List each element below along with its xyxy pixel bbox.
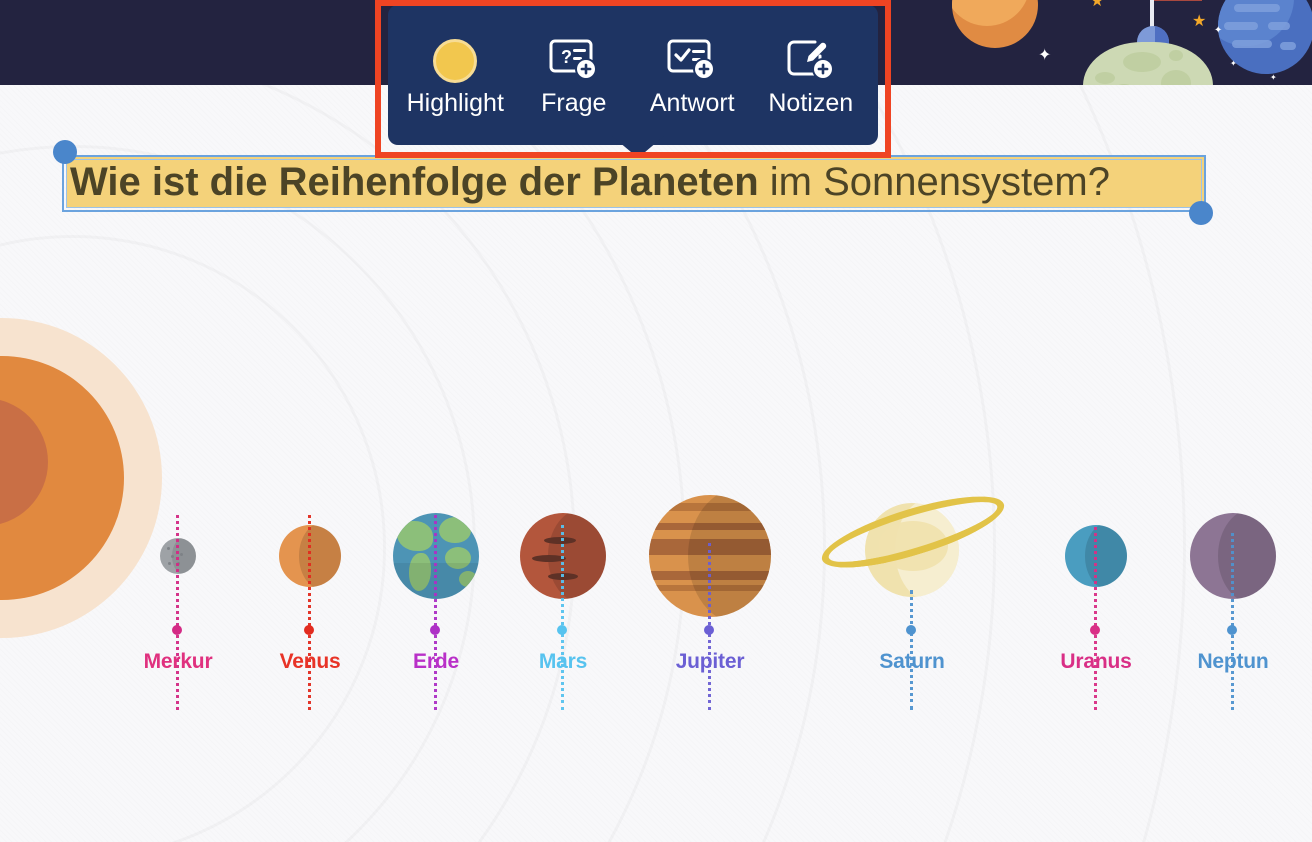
toolbar-button-antwort[interactable]: Antwort xyxy=(633,35,751,116)
planet-label-venus: Venus xyxy=(279,650,341,673)
star-icon: ★ xyxy=(1192,13,1207,30)
question-card-add-icon: ? xyxy=(548,35,600,87)
star-icon: ✦ xyxy=(1230,59,1237,68)
planet-saturn-graphic xyxy=(815,465,1011,597)
planet-label-uranus: Uranus xyxy=(1060,650,1132,673)
leader-line-venus xyxy=(308,515,314,710)
toolbar-button-notizen[interactable]: Notizen xyxy=(752,35,870,116)
toolbar-button-frage[interactable]: ? Frage xyxy=(515,35,633,116)
banner-orange-planet-icon xyxy=(952,0,1038,48)
planet-label-erde: Erde xyxy=(413,650,459,673)
planet-label-jupiter: Jupiter xyxy=(675,650,745,673)
leader-dot-mars xyxy=(557,625,567,635)
highlight-circle-icon xyxy=(433,35,478,87)
svg-text:?: ? xyxy=(561,47,572,67)
leader-dot-venus xyxy=(304,625,314,635)
toolbar-pointer xyxy=(612,136,664,158)
flag-cloth-icon xyxy=(1154,0,1202,1)
leader-line-uranus xyxy=(1094,527,1100,710)
star-icon: ★ xyxy=(1090,0,1105,10)
star-icon: ✦ xyxy=(1038,47,1052,64)
planet-label-mars: Mars xyxy=(538,650,588,673)
leader-dot-uranus xyxy=(1090,625,1100,635)
star-icon: ✦ xyxy=(1214,25,1223,36)
toolbar-label-notizen: Notizen xyxy=(768,88,854,117)
toolbar-label-antwort: Antwort xyxy=(649,88,735,117)
selection-frame xyxy=(62,155,1206,212)
answer-card-add-icon xyxy=(666,35,718,87)
annotation-toolbar[interactable]: Highlight ? Frage Antwort Notizen xyxy=(388,5,878,145)
leader-dot-neptun xyxy=(1227,625,1237,635)
leader-line-erde xyxy=(434,515,440,710)
leader-line-mars xyxy=(561,525,567,710)
leader-line-merkur xyxy=(176,515,182,710)
planet-label-neptun: Neptun xyxy=(1197,650,1269,673)
sun-graphic xyxy=(0,318,162,638)
leader-line-neptun xyxy=(1231,533,1237,710)
toolbar-label-frage: Frage xyxy=(541,88,607,117)
toolbar-label-highlight: Highlight xyxy=(406,88,504,117)
selection-handle-start[interactable] xyxy=(53,140,77,164)
star-icon: ✦ xyxy=(1270,73,1277,82)
moon-surface-icon xyxy=(1083,42,1213,85)
slide-canvas: ★ ★ ✦ ✦ ✦ ✦ Merkur Venus Erde Mars Jupit… xyxy=(0,0,1312,842)
planet-label-merkur: Merkur xyxy=(143,650,213,673)
toolbar-button-highlight[interactable]: Highlight xyxy=(396,35,514,116)
note-pencil-add-icon xyxy=(785,35,837,87)
leader-dot-jupiter xyxy=(704,625,714,635)
leader-dot-erde xyxy=(430,625,440,635)
leader-dot-merkur xyxy=(172,625,182,635)
leader-dot-saturn xyxy=(906,625,916,635)
planet-label-saturn: Saturn xyxy=(879,650,945,673)
selection-handle-end[interactable] xyxy=(1189,201,1213,225)
